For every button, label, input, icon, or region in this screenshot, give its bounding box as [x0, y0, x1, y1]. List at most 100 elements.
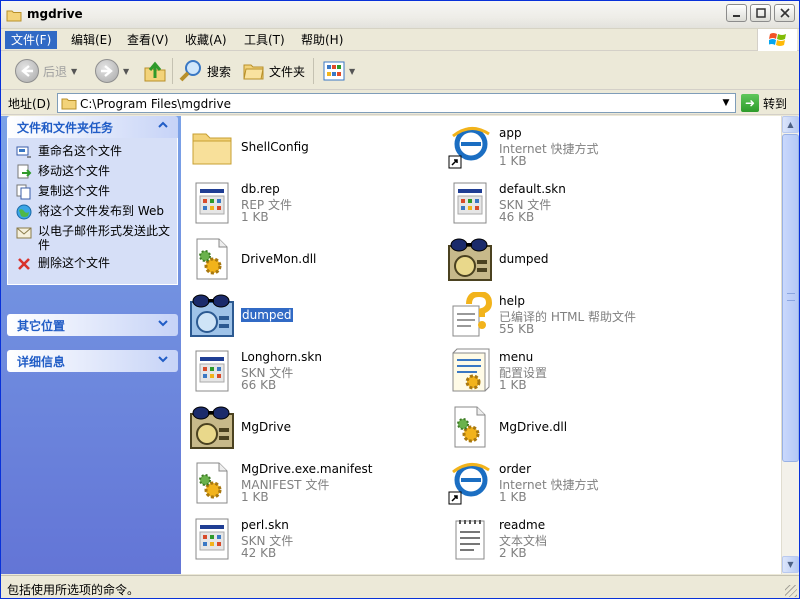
forward-dropdown-icon[interactable]: ▼ — [123, 67, 129, 76]
file-item[interactable]: default.skn SKN 文件 46 KB — [443, 176, 693, 228]
file-tasks-header[interactable]: 文件和文件夹任务 — [7, 116, 178, 138]
email-icon — [16, 227, 32, 239]
file-view[interactable]: ShellConfig app Internet 快捷方式 1 KB db.re… — [181, 116, 781, 574]
file-item[interactable]: dumped — [443, 232, 693, 284]
address-dropdown-icon[interactable]: ▼ — [718, 95, 734, 111]
folder-icon — [61, 96, 77, 113]
file-name: dumped — [499, 252, 549, 266]
file-name: MgDrive.dll — [499, 420, 568, 434]
file-size: 1 KB — [241, 490, 269, 504]
details-header[interactable]: 详细信息 — [7, 350, 178, 372]
go-button[interactable]: ➜ 转到 — [741, 93, 787, 113]
chevron-up-icon[interactable] — [156, 120, 170, 134]
file-item[interactable]: db.rep REP 文件 1 KB — [185, 176, 435, 228]
vertical-scrollbar[interactable]: ▲ ▼ — [781, 116, 799, 574]
file-name: db.rep — [241, 182, 280, 196]
task-email[interactable]: 以电子邮件形式发送此文件 — [16, 224, 171, 252]
file-item[interactable]: MgDrive.exe.manifest MANIFEST 文件 1 KB — [185, 456, 435, 508]
toolbar-separator — [172, 58, 173, 84]
task-email-label: 以电子邮件形式发送此文件 — [38, 224, 171, 252]
go-arrow-icon: ➜ — [741, 94, 759, 112]
folders-button[interactable]: 文件夹 — [243, 58, 305, 84]
menu-file[interactable]: 文件(F) — [5, 31, 58, 49]
internet-shortcut-icon — [448, 463, 490, 505]
file-item[interactable]: menu 配置设置 1 KB — [443, 344, 693, 396]
file-tasks-panel: 文件和文件夹任务 重命名这个文件 移动这个文件 复制这个文件 将这个文件发布到 … — [7, 116, 178, 285]
views-icon — [323, 61, 345, 81]
address-input[interactable]: C:\Program Files\mgdrive ▼ — [57, 93, 736, 113]
menu-tools[interactable]: 工具(T) — [238, 31, 291, 49]
dll-gear-icon — [454, 406, 486, 448]
file-item[interactable]: DriveMon.dll — [185, 232, 435, 284]
resize-grip-icon[interactable] — [785, 585, 797, 597]
file-name: MgDrive — [241, 420, 291, 434]
close-button[interactable] — [774, 4, 795, 22]
maximize-button[interactable] — [750, 4, 771, 22]
file-item[interactable]: perl.skn SKN 文件 42 KB — [185, 512, 435, 564]
chevron-down-icon[interactable] — [156, 318, 170, 332]
file-item[interactable]: ShellConfig — [185, 120, 435, 172]
generic-file-icon — [195, 350, 229, 392]
task-move-label: 移动这个文件 — [38, 164, 111, 178]
file-name: help — [499, 294, 525, 308]
task-copy[interactable]: 复制这个文件 — [16, 184, 171, 200]
file-item[interactable]: MgDrive.dll — [443, 400, 693, 452]
scroll-up-button[interactable]: ▲ — [782, 116, 799, 133]
file-item[interactable]: help 已编译的 HTML 帮助文件 55 KB — [443, 288, 693, 340]
explorer-window: mgdrive 文件(F) 编辑(E) 查看(V) 收藏(A) 工具(T) 帮助… — [0, 0, 800, 599]
file-item[interactable]: Longhorn.skn SKN 文件 66 KB — [185, 344, 435, 396]
scroll-thumb[interactable] — [782, 134, 799, 462]
status-bar: 包括使用所选项的命令。 — [1, 575, 799, 598]
file-item[interactable]: order Internet 快捷方式 1 KB — [443, 456, 693, 508]
views-button[interactable]: ▼ — [323, 58, 355, 84]
scroll-down-button[interactable]: ▼ — [782, 556, 799, 573]
other-places-title: 其它位置 — [17, 318, 66, 333]
forward-arrow-icon — [95, 59, 119, 83]
chm-help-icon — [452, 292, 493, 337]
search-label: 搜索 — [207, 64, 232, 79]
menu-favorites[interactable]: 收藏(A) — [179, 31, 233, 49]
rename-icon — [16, 146, 31, 158]
menu-edit[interactable]: 编辑(E) — [65, 31, 118, 49]
file-item[interactable]: dumped — [185, 288, 435, 340]
folders-icon — [243, 64, 264, 80]
task-move[interactable]: 移动这个文件 — [16, 164, 171, 180]
file-name: default.skn — [499, 182, 566, 196]
file-item[interactable]: MgDrive — [185, 400, 435, 452]
address-bar: 地址(D) C:\Program Files\mgdrive ▼ ➜ 转到 — [1, 91, 799, 115]
toolbar-separator — [313, 58, 314, 84]
file-size: 2 KB — [499, 546, 527, 560]
views-dropdown-icon[interactable]: ▼ — [349, 67, 355, 76]
search-button[interactable]: 搜索 — [179, 58, 231, 84]
other-places-header[interactable]: 其它位置 — [7, 314, 178, 336]
file-name: ShellConfig — [241, 140, 309, 154]
file-size: 66 KB — [241, 378, 277, 392]
back-label: 后退 — [43, 64, 68, 79]
close-icon — [779, 8, 790, 18]
back-button[interactable]: 后退 ▼ — [15, 58, 77, 84]
task-copy-label: 复制这个文件 — [38, 184, 111, 198]
task-rename[interactable]: 重命名这个文件 — [16, 144, 171, 160]
task-pane: 文件和文件夹任务 重命名这个文件 移动这个文件 复制这个文件 将这个文件发布到 … — [1, 116, 181, 574]
file-item[interactable]: readme 文本文档 2 KB — [443, 512, 693, 564]
menu-help[interactable]: 帮助(H) — [295, 31, 349, 49]
caption-buttons — [726, 4, 795, 22]
text-document-icon — [455, 520, 485, 560]
task-delete[interactable]: 删除这个文件 — [16, 256, 171, 272]
menu-view[interactable]: 查看(V) — [121, 31, 175, 49]
mgdrive-app-icon — [190, 294, 234, 337]
back-dropdown-icon[interactable]: ▼ — [71, 67, 77, 76]
generic-file-icon — [195, 518, 229, 560]
forward-button[interactable]: ▼ — [95, 58, 129, 84]
file-name: order — [499, 462, 531, 476]
up-folder-button[interactable] — [143, 58, 167, 84]
title-bar[interactable]: mgdrive — [1, 1, 799, 29]
minimize-button[interactable] — [726, 4, 747, 22]
task-publish-web[interactable]: 将这个文件发布到 Web — [16, 204, 171, 220]
file-item[interactable]: app Internet 快捷方式 1 KB — [443, 120, 693, 172]
chevron-down-icon[interactable] — [156, 354, 170, 368]
file-size: 42 KB — [241, 546, 277, 560]
generic-file-icon — [195, 182, 229, 224]
file-name-selected: dumped — [240, 307, 294, 323]
address-path: C:\Program Files\mgdrive — [80, 97, 231, 111]
